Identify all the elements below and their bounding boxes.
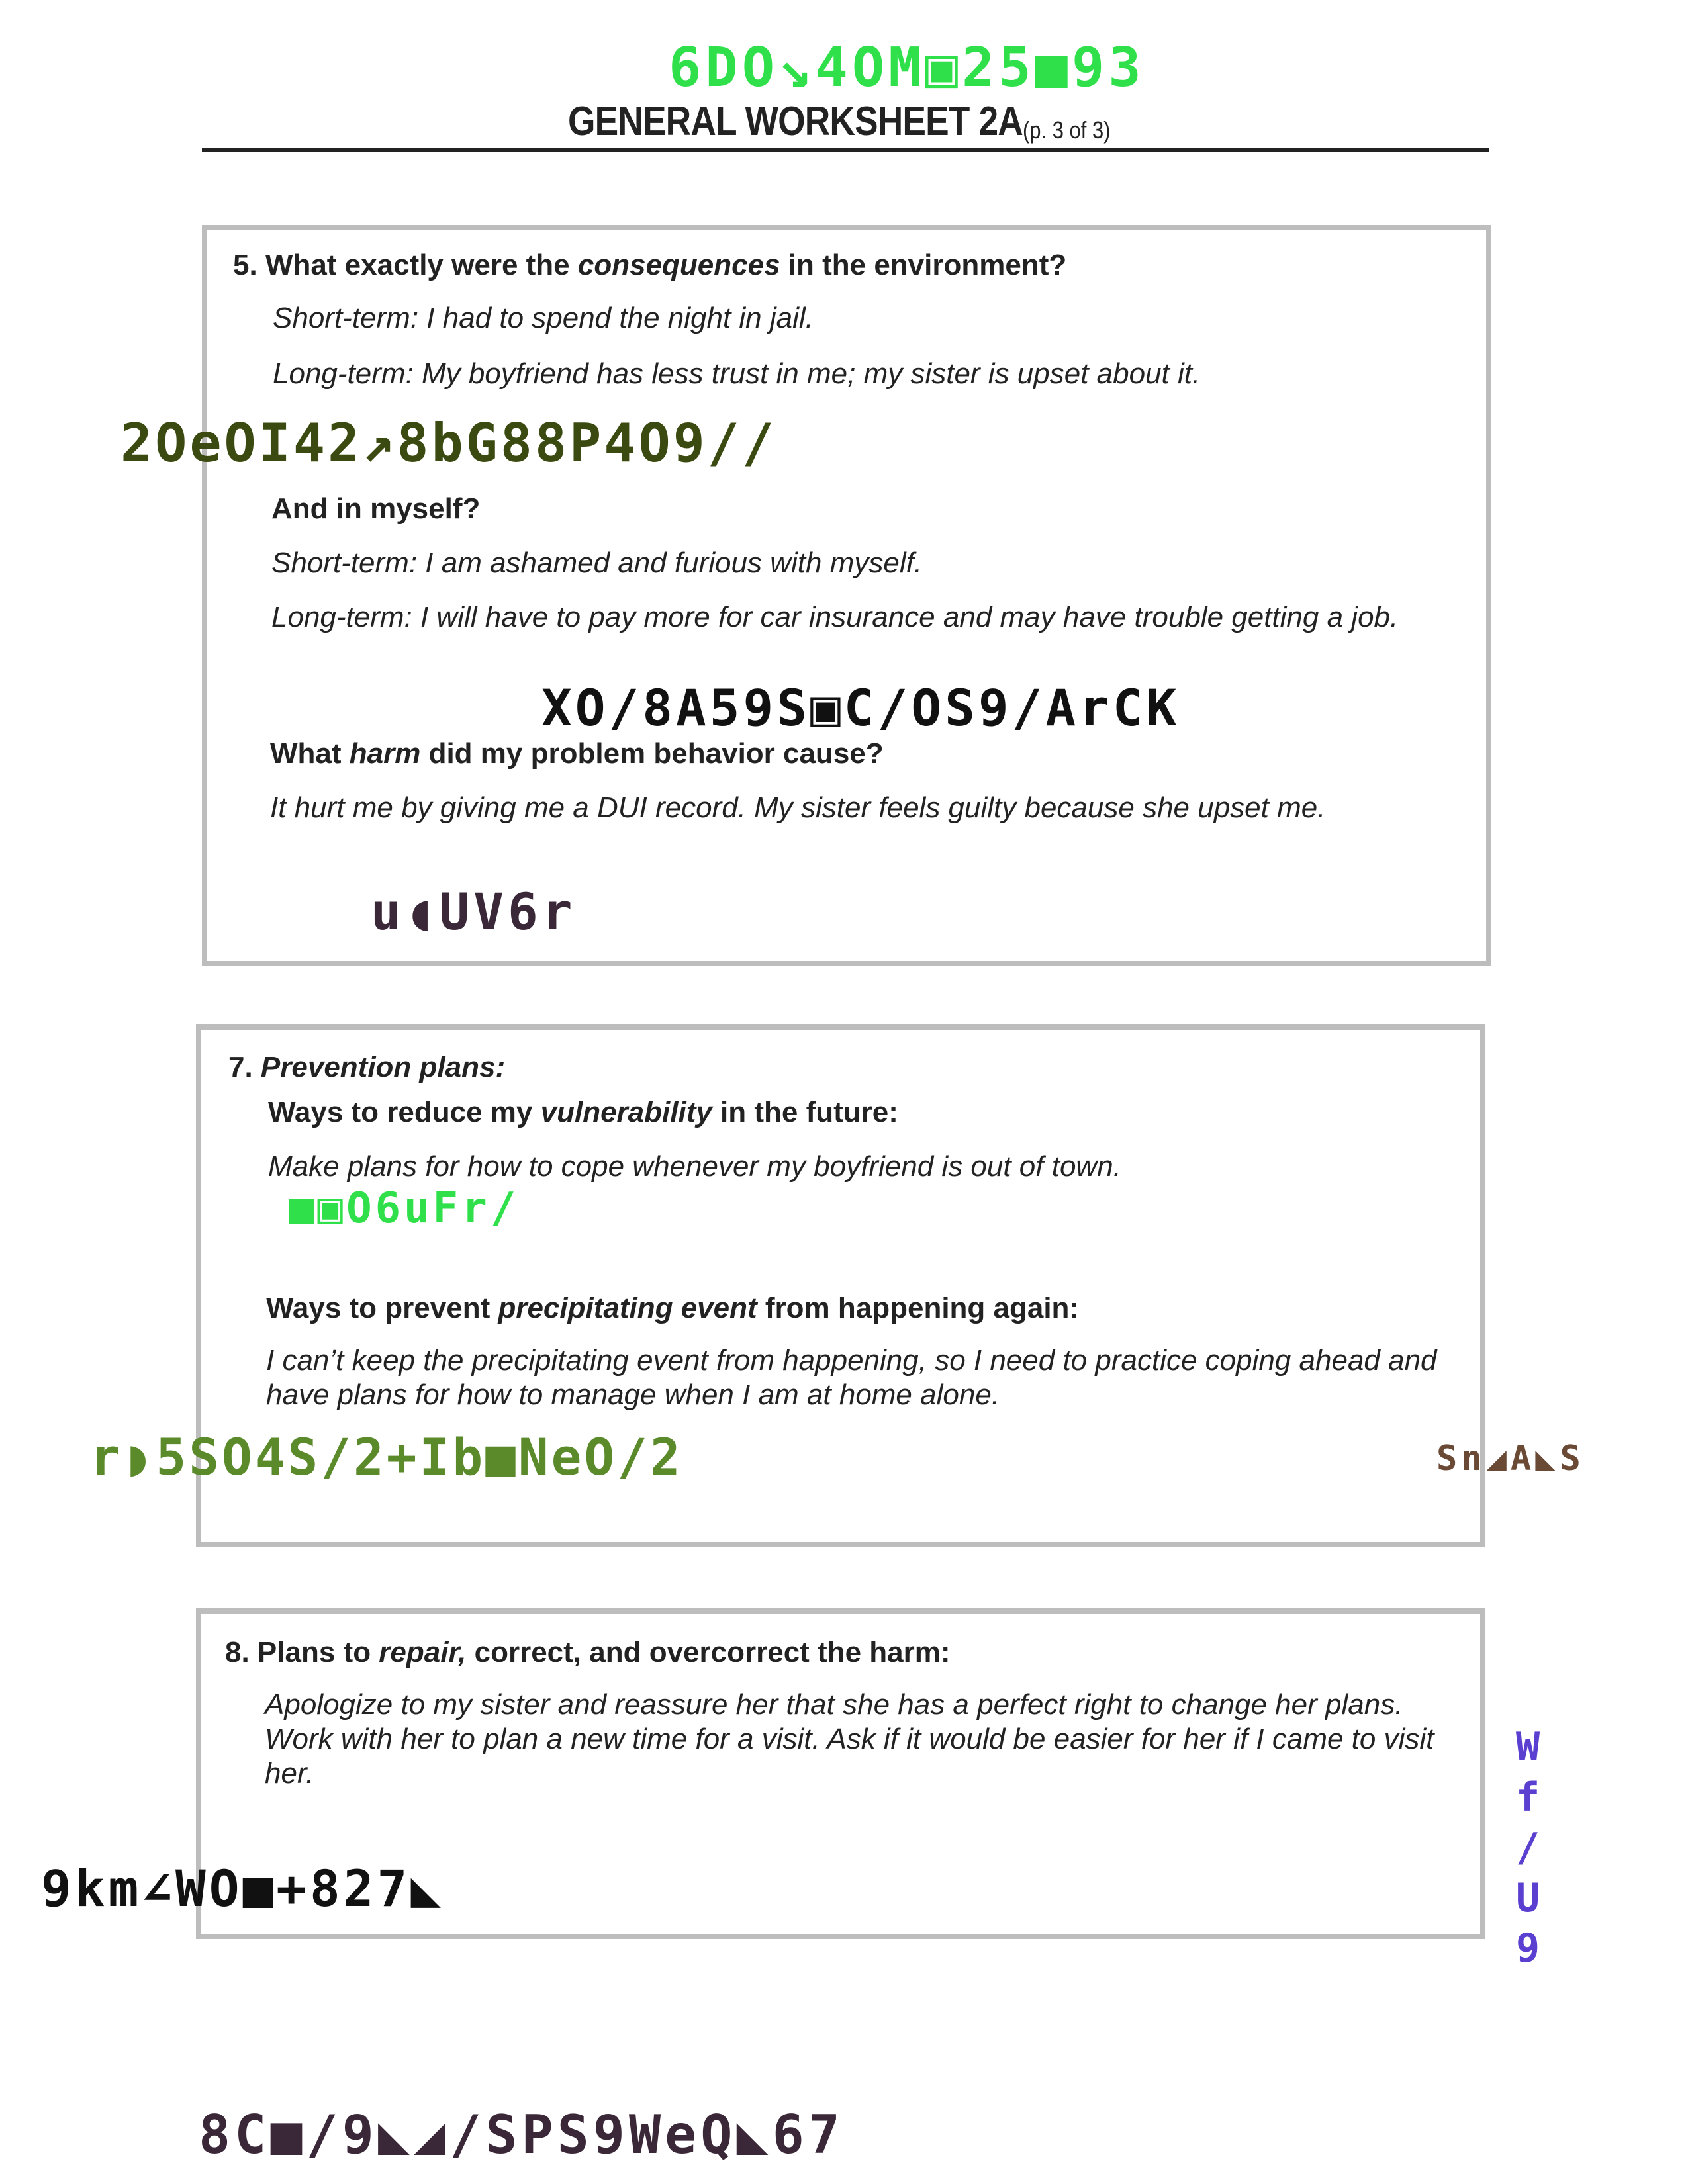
section-8-answer: Apologize to my sister and reassure her … <box>265 1688 1434 1790</box>
section-5-question: 5. What exactly were the consequences in… <box>233 249 1066 282</box>
self-question: And in myself? <box>271 492 481 525</box>
prevent-event-question-emphasis: precipitating event <box>498 1292 757 1324</box>
handwritten-scribble-6: Sn◢A◣S <box>1436 1439 1585 1479</box>
env-short-term-answer: Short-term: I had to spend the night in … <box>273 302 814 334</box>
self-short-term-answer: Short-term: I am ashamed and furious wit… <box>271 547 923 579</box>
section-8-question-prefix: 8. Plans to <box>225 1636 379 1668</box>
self-long-term-answer: Long-term: I will have to pay more for c… <box>271 601 1399 633</box>
vulnerability-question-prefix: Ways to reduce my <box>268 1096 541 1128</box>
handwritten-scribble-2: XO/8A59S▣C/OS9/ArCK <box>541 678 1180 737</box>
handwritten-scribble-7-3: / <box>1516 1825 1540 1871</box>
section-7-question-title: Prevention plans: <box>260 1051 506 1083</box>
handwritten-code-header: 6DO↘4OM▣25■93 <box>669 36 1145 99</box>
handwritten-scribble-7-2: f <box>1516 1774 1540 1821</box>
page-number: (p. 3 of 3) <box>1023 116 1111 144</box>
handwritten-scribble-8: 9km∠WO■+827◣ <box>41 1859 445 1918</box>
prevent-event-question-prefix: Ways to prevent <box>266 1292 498 1324</box>
section-5-question-prefix: 5. What exactly were the <box>233 249 578 281</box>
env-long-term-answer: Long-term: My boyfriend has less trust i… <box>273 357 1201 390</box>
section-5-question-suffix: in the environment? <box>780 249 1067 281</box>
handwritten-scribble-1: 2OeOI42↗8bG88P4O9// <box>120 412 777 474</box>
section-8-question-emphasis: repair, <box>379 1636 467 1668</box>
vulnerability-question: Ways to reduce my vulnerability in the f… <box>268 1096 898 1129</box>
section-8-question: 8. Plans to repair, correct, and overcor… <box>225 1636 951 1669</box>
section-5-question-emphasis: consequences <box>577 249 780 281</box>
harm-question-emphasis: harm <box>349 737 421 770</box>
harm-question: What harm did my problem behavior cause? <box>270 737 884 770</box>
vulnerability-question-emphasis: vulnerability <box>540 1096 712 1128</box>
handwritten-scribble-7-4: U <box>1516 1875 1540 1921</box>
handwritten-scribble-9: 8C■/9◣◢/SPS9WeQ◣67 <box>199 2104 844 2165</box>
vulnerability-answer: Make plans for how to cope whenever my b… <box>268 1150 1121 1183</box>
header-rule <box>202 148 1489 152</box>
section-8-question-suffix: correct, and overcorrect the harm: <box>466 1636 951 1668</box>
handwritten-scribble-5: r◗5SO4S/2+Ib■NeO/2 <box>90 1428 683 1486</box>
handwritten-scribble-3: u◖UV6r <box>371 882 577 941</box>
prevent-event-question-suffix: from happening again: <box>757 1292 1080 1324</box>
section-7-question: 7. Prevention plans: <box>228 1051 505 1084</box>
prevent-event-question: Ways to prevent precipitating event from… <box>266 1292 1079 1325</box>
handwritten-scribble-7-5: 9 <box>1516 1925 1540 1972</box>
harm-question-suffix: did my problem behavior cause? <box>420 737 884 770</box>
page-title: GENERAL WORKSHEET 2A <box>568 99 1023 144</box>
handwritten-scribble-7-1: W <box>1516 1724 1540 1770</box>
section-7-number: 7. <box>228 1051 261 1083</box>
harm-question-prefix: What <box>270 737 350 770</box>
vulnerability-question-suffix: in the future: <box>712 1096 898 1128</box>
prevent-event-answer: I can’t keep the precipitating event fro… <box>266 1344 1437 1411</box>
section-5-box <box>202 225 1491 966</box>
harm-answer: It hurt me by giving me a DUI record. My… <box>270 792 1326 824</box>
handwritten-scribble-4: ■▣O6uFr/ <box>289 1184 520 1233</box>
